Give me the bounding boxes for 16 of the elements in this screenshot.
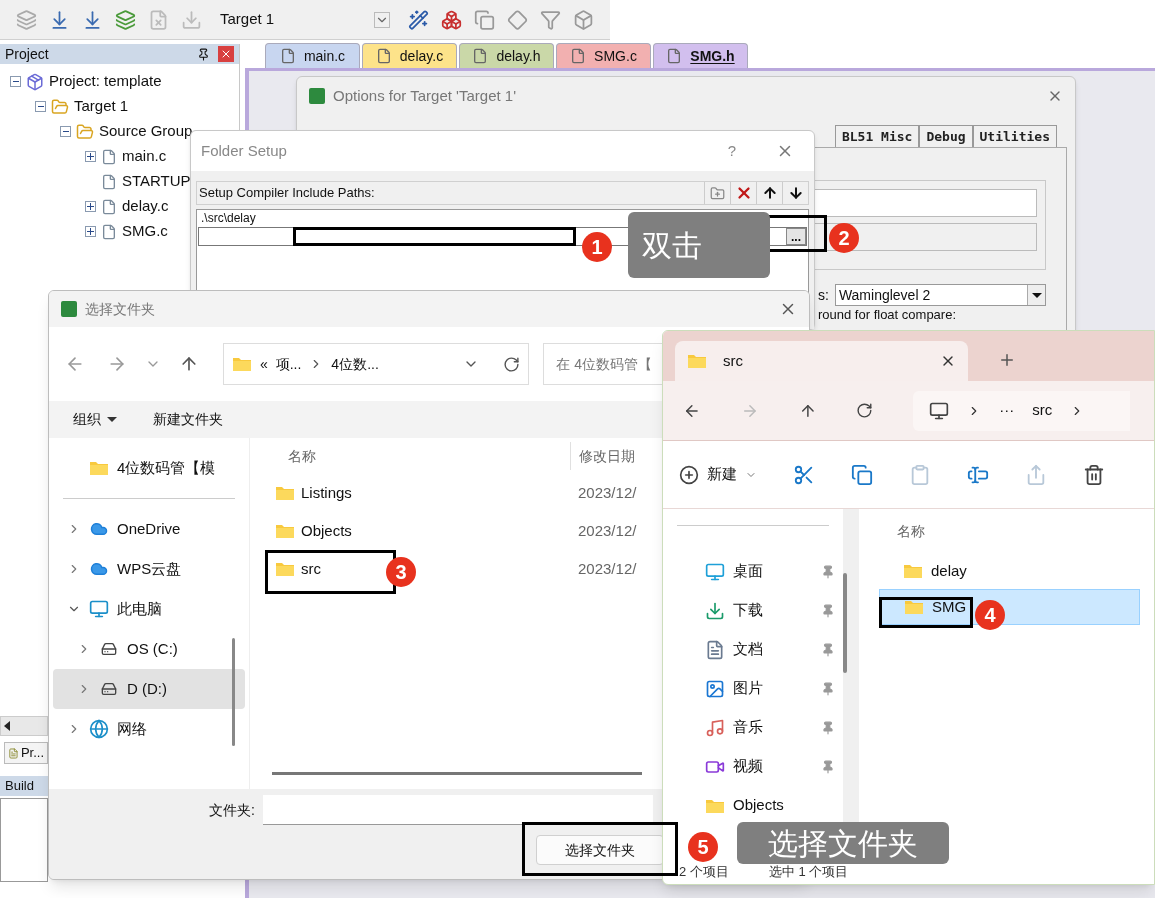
callout: 双击	[628, 212, 770, 278]
date-cell-text: 2023/12/	[578, 520, 637, 541]
dialog-title: Options for Target 'Target 1'	[333, 85, 517, 106]
date-cell-text: 2023/12/	[578, 558, 637, 579]
field-label: s:	[818, 285, 829, 305]
field-label: round for float compare:	[818, 307, 958, 323]
panel-title: Build	[5, 777, 34, 796]
status-text: 2 个项目	[679, 863, 729, 882]
field-label: 文件夹:	[209, 800, 255, 820]
date-cell-text: 2023/12/	[578, 482, 637, 503]
dialog-title: Folder Setup	[201, 140, 287, 161]
section-label: Setup Compiler Include Paths:	[198, 184, 375, 203]
panel-title: Project	[5, 44, 49, 64]
dialog-title: 选择文件夹	[85, 299, 155, 319]
status-text: 选中 1 个项目	[768, 863, 849, 882]
callout: 选择文件夹	[737, 822, 949, 864]
